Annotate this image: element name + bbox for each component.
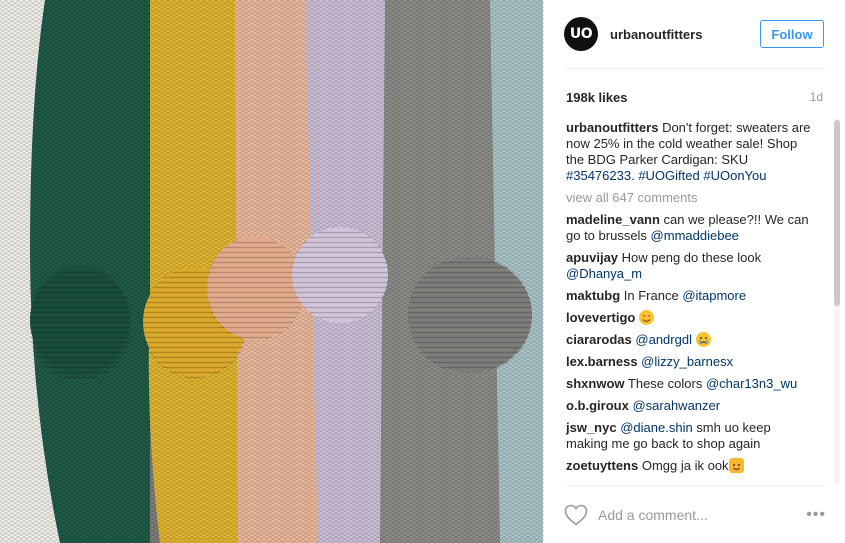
comment-bar: •••	[544, 486, 845, 543]
comment-text: In France	[620, 288, 683, 303]
comment-username[interactable]: apuvijay	[566, 250, 618, 265]
comment-username[interactable]: lovevertigo	[566, 310, 635, 325]
comment-username[interactable]: o.b.giroux	[566, 398, 629, 413]
scrollbar-thumb[interactable]	[834, 120, 840, 306]
post-photo[interactable]	[0, 0, 543, 543]
comment-mention[interactable]: @lizzy_barnesx	[641, 354, 733, 369]
likes-count[interactable]: 198k likes	[566, 90, 627, 105]
comment-item: apuvijay How peng do these look @Dhanya_…	[566, 250, 816, 282]
comment-item: ciararodas @andrgdl	[566, 332, 816, 348]
stats-row: 198k likes 1d	[566, 88, 823, 106]
hashtag-sku[interactable]: #35476233.	[566, 168, 635, 183]
comment-item: lovevertigo	[566, 310, 816, 326]
caption-username[interactable]: urbanoutfitters	[566, 120, 658, 135]
post-side-panel: UO urbanoutfitters Follow 198k likes 1d …	[543, 0, 845, 543]
comment-username[interactable]: lex.barness	[566, 354, 638, 369]
sweaters-image	[0, 0, 543, 543]
post-time[interactable]: 1d	[810, 90, 823, 104]
comment-username[interactable]: ciararodas	[566, 332, 632, 347]
caption: urbanoutfitters Don't forget: sweaters a…	[566, 120, 816, 184]
cat-emoji-icon	[728, 458, 744, 473]
comment-mention[interactable]: @andrgdl	[635, 332, 692, 347]
comment-username[interactable]: maktubg	[566, 288, 620, 303]
like-heart-icon[interactable]	[564, 504, 588, 526]
hashtag-uoonyou[interactable]: #UOonYou	[703, 168, 766, 183]
comment-mention[interactable]: @Dhanya_m	[566, 266, 642, 281]
header-username[interactable]: urbanoutfitters	[610, 27, 702, 42]
comment-mention[interactable]: @char13n3_wu	[706, 376, 797, 391]
comment-item: maktubg In France @itapmore	[566, 288, 816, 304]
avatar[interactable]: UO	[564, 17, 598, 51]
crying-emoji-icon	[695, 332, 711, 347]
comment-username[interactable]: madeline_vann	[566, 212, 660, 227]
comment-item: zoetuyttens Omgg ja ik ook	[566, 458, 816, 474]
follow-button[interactable]: Follow	[760, 20, 824, 48]
comment-item: jsw_nyc @diane.shin smh uo keep making m…	[566, 420, 816, 452]
comments-scrollbar[interactable]	[834, 118, 840, 484]
comment-mention[interactable]: @sarahwanzer	[632, 398, 720, 413]
comment-username[interactable]: zoetuyttens	[566, 458, 638, 473]
comment-username[interactable]: jsw_nyc	[566, 420, 617, 435]
comment-mention[interactable]: @diane.shin	[620, 420, 692, 435]
comment-text: How peng do these look	[618, 250, 762, 265]
heart-eyes-emoji-icon	[638, 310, 654, 325]
comment-mention[interactable]: @itapmore	[682, 288, 746, 303]
comment-item: madeline_vann can we please?!! We can go…	[566, 212, 816, 244]
comment-text: Omgg ja ik ook	[638, 458, 729, 473]
comments-list: urbanoutfitters Don't forget: sweaters a…	[566, 120, 816, 482]
comment-item: o.b.giroux @sarahwanzer	[566, 398, 816, 414]
add-comment-input[interactable]	[598, 506, 807, 523]
comment-username[interactable]: shxnwow	[566, 376, 625, 391]
comment-item: shxnwow These colors @char13n3_wu	[566, 376, 816, 392]
comment-item: lex.barness @lizzy_barnesx	[566, 354, 816, 370]
more-options-icon[interactable]: •••	[806, 506, 826, 524]
hashtag-uogifted[interactable]: #UOGifted	[638, 168, 699, 183]
view-all-comments-link[interactable]: view all 647 comments	[566, 190, 816, 206]
comment-mention[interactable]: @mmaddiebee	[651, 228, 739, 243]
comment-text: These colors	[624, 376, 706, 391]
divider	[564, 68, 825, 69]
